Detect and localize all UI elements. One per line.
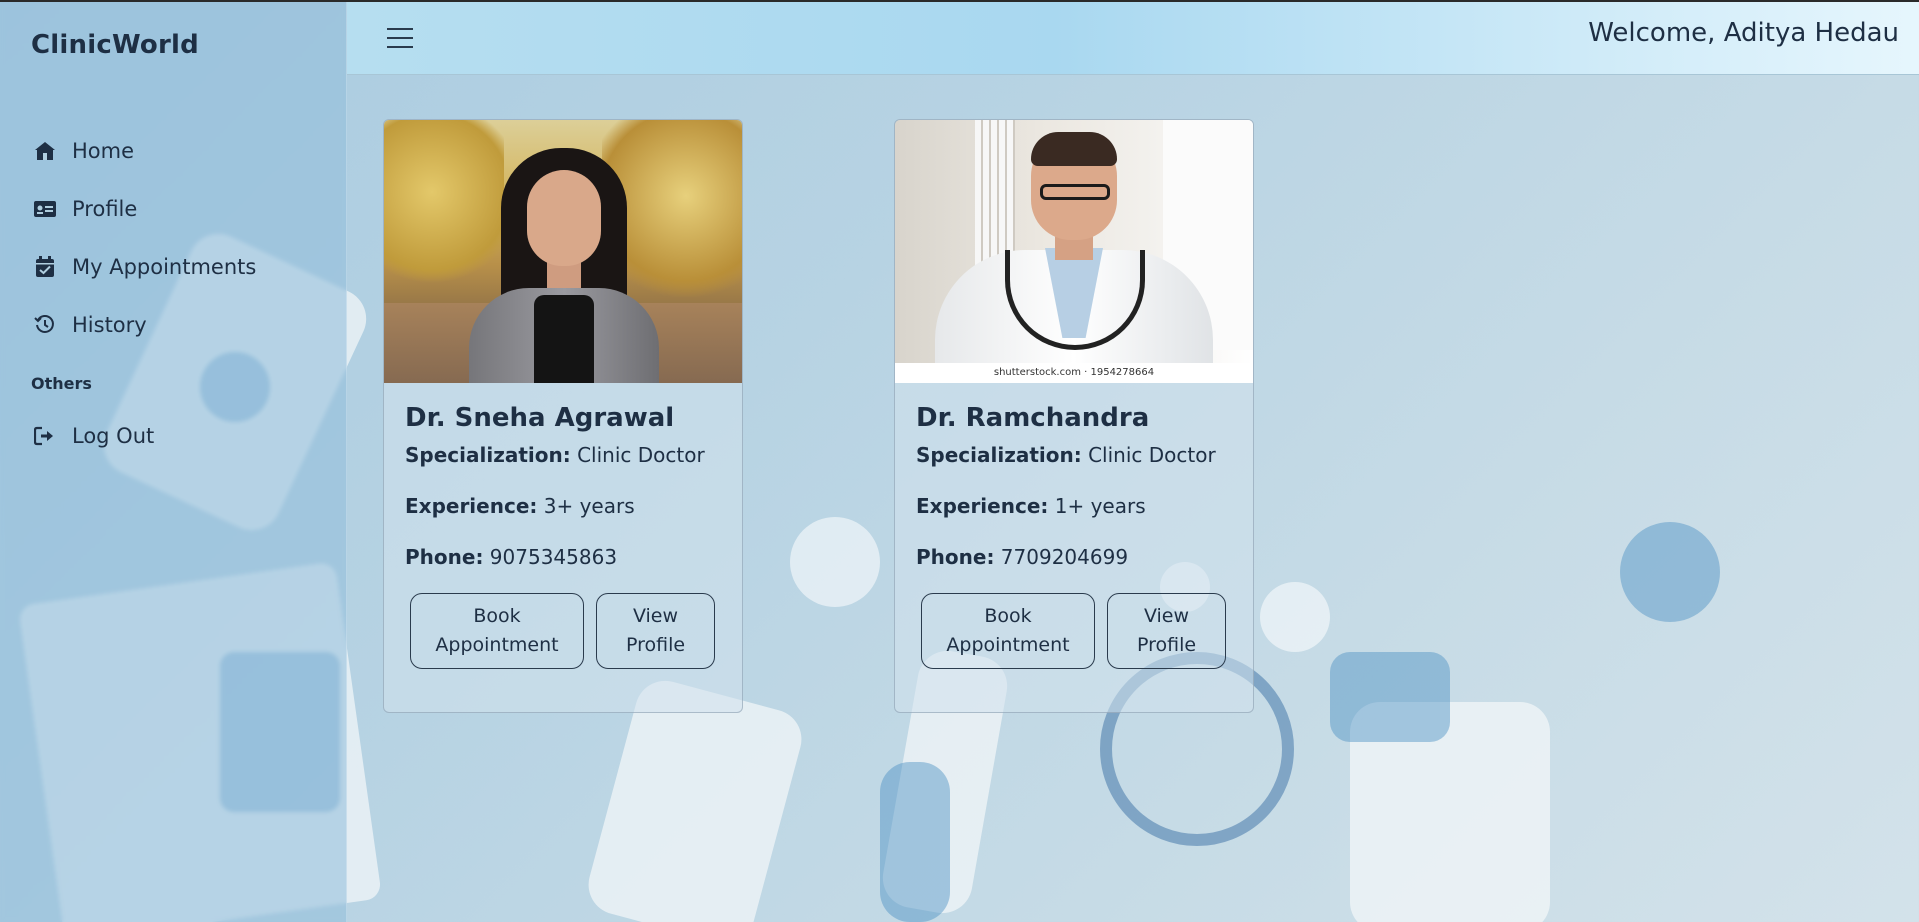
sidebar-item-home[interactable]: Home (32, 122, 332, 180)
specialization-label: Specialization: (916, 443, 1082, 467)
button-label: Profile (625, 634, 686, 656)
doctor-name: Dr. Sneha Agrawal (405, 403, 675, 433)
doctor-name: Dr. Ramchandra (916, 403, 1150, 433)
button-label: Book (984, 605, 1032, 627)
hamburger-icon[interactable] (387, 28, 413, 48)
logout-icon (32, 423, 58, 449)
phone-label: Phone: (916, 545, 995, 569)
doctor-experience: Experience: 3+ years (405, 494, 721, 518)
view-profile-button[interactable]: View Profile (596, 593, 715, 669)
sidebar-item-my-appointments[interactable]: My Appointments (32, 238, 332, 296)
button-label: Appointment (435, 634, 559, 656)
doctor-experience: Experience: 1+ years (916, 494, 1232, 518)
logout-button[interactable]: Log Out (32, 407, 332, 465)
brand-logo[interactable]: ClinicWorld (31, 30, 199, 60)
button-label: Book (473, 605, 521, 627)
sidebar-item-label: Home (72, 139, 135, 163)
sidebar-item-profile[interactable]: Profile (32, 180, 332, 238)
sidebar-item-history[interactable]: History (32, 296, 332, 354)
sidebar-item-label: Profile (72, 197, 138, 221)
specialization-value: Clinic Doctor (577, 443, 705, 467)
doctor-card: Dr. Sneha Agrawal Specialization: Clinic… (383, 119, 743, 713)
button-label: View (632, 605, 679, 627)
doctor-photo (384, 120, 742, 383)
experience-label: Experience: (916, 494, 1049, 518)
view-profile-button[interactable]: View Profile (1107, 593, 1226, 669)
book-appointment-button[interactable]: Book Appointment (921, 593, 1095, 669)
button-label: Appointment (946, 634, 1070, 656)
sidebar: ClinicWorld Home Profile My Appointments… (0, 2, 347, 922)
doctor-card: shutterstock.com · 1954278664 Dr. Ramcha… (894, 119, 1254, 713)
doctor-phone: Phone: 7709204699 (916, 545, 1232, 569)
id-card-icon (32, 196, 58, 222)
logout-label: Log Out (72, 424, 155, 448)
book-appointment-button[interactable]: Book Appointment (410, 593, 584, 669)
doctor-photo: shutterstock.com · 1954278664 (895, 120, 1253, 383)
welcome-message: Welcome, Aditya Hedau (1588, 18, 1899, 48)
sidebar-item-label: History (72, 313, 147, 337)
sidebar-item-label: My Appointments (72, 255, 257, 279)
home-icon (32, 138, 58, 164)
button-label: View (1143, 605, 1190, 627)
doctor-specialization: Specialization: Clinic Doctor (405, 443, 721, 467)
experience-label: Experience: (405, 494, 538, 518)
history-icon (32, 312, 58, 338)
phone-value: 7709204699 (1000, 545, 1129, 569)
experience-value: 1+ years (1054, 494, 1146, 518)
specialization-label: Specialization: (405, 443, 571, 467)
photo-caption: shutterstock.com · 1954278664 (895, 363, 1253, 383)
top-bar: Welcome, Aditya Hedau (347, 2, 1919, 75)
doctor-phone: Phone: 9075345863 (405, 545, 721, 569)
specialization-value: Clinic Doctor (1088, 443, 1216, 467)
phone-label: Phone: (405, 545, 484, 569)
button-label: Profile (1136, 634, 1197, 656)
doctor-specialization: Specialization: Clinic Doctor (916, 443, 1232, 467)
sidebar-nav: Home Profile My Appointments History (32, 122, 332, 354)
phone-value: 9075345863 (489, 545, 618, 569)
experience-value: 3+ years (543, 494, 635, 518)
calendar-check-icon (32, 254, 58, 280)
sidebar-section-label: Others (31, 374, 92, 393)
